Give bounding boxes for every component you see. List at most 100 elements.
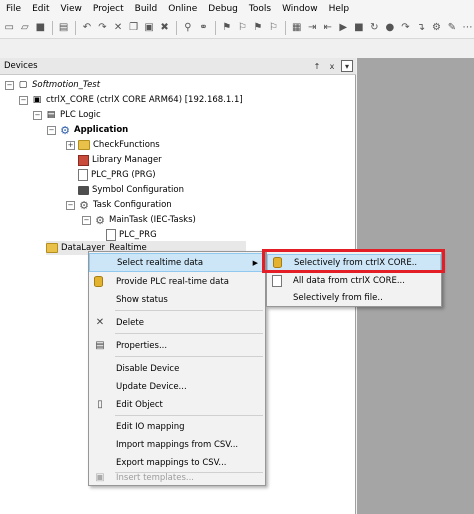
tree-item-main-task[interactable]: − ⚙ MainTask (IEC-Tasks): [82, 213, 196, 227]
symbol-config-label: Symbol Configuration: [92, 185, 185, 195]
program-call-icon: [106, 229, 116, 241]
step-over-icon[interactable]: ↷: [399, 20, 412, 36]
devices-panel-header: Devices ↑ x ▾: [0, 58, 356, 75]
menu-item-provide-plc-realtime-data[interactable]: Provide PLC real-time data: [89, 272, 265, 291]
collapse-icon[interactable]: −: [66, 200, 75, 210]
bookmark-next-icon[interactable]: ⚐: [236, 20, 249, 36]
menu-help[interactable]: Help: [329, 4, 350, 14]
settings-icon[interactable]: ⚙: [430, 20, 443, 36]
collapse-icon[interactable]: −: [82, 215, 91, 225]
save-icon[interactable]: ■: [34, 20, 47, 36]
login-icon[interactable]: ⇥: [306, 20, 319, 36]
bookmark-prev-icon[interactable]: ⚑: [252, 20, 265, 36]
menu-view[interactable]: View: [61, 4, 82, 14]
menu-separator: [115, 333, 263, 334]
tree-item-check-functions[interactable]: + CheckFunctions: [66, 138, 160, 152]
paste-icon[interactable]: ▣: [143, 20, 156, 36]
menu-item-edit-object[interactable]: ▯ Edit Object: [89, 395, 265, 414]
device-label: ctrlX_CORE (ctrlX CORE ARM64) [192.168.1…: [46, 95, 243, 105]
bookmark-icon[interactable]: ⚑: [221, 20, 234, 36]
menu-build[interactable]: Build: [135, 4, 158, 14]
insert-templates-icon: ▣: [95, 472, 105, 483]
cut-icon[interactable]: ✕: [112, 20, 125, 36]
expand-icon[interactable]: +: [66, 140, 75, 150]
task-icon: ⚙: [95, 213, 105, 227]
edit-object-icon: ▯: [97, 399, 103, 410]
menu-item-update-device[interactable]: Update Device...: [89, 377, 265, 396]
tree-item-library-manager[interactable]: Library Manager: [78, 153, 162, 167]
menu-window[interactable]: Window: [282, 4, 318, 14]
auto-hide-pin-icon[interactable]: ↑: [311, 60, 323, 72]
application-label: Application: [74, 125, 129, 135]
menu-item-show-status[interactable]: Show status: [89, 290, 265, 309]
menu-project[interactable]: Project: [93, 4, 124, 14]
menu-item-disable-device[interactable]: Disable Device: [89, 359, 265, 378]
bookmark-clear-icon[interactable]: ⚐: [267, 20, 280, 36]
submenu-item-selectively-from-file[interactable]: Selectively from file..: [267, 289, 441, 306]
project-label: Softmotion_Test: [32, 80, 101, 90]
close-panel-icon[interactable]: x: [326, 60, 338, 72]
panel-menu-dropdown-icon[interactable]: ▾: [341, 60, 353, 72]
plc-logic-icon: ▤: [46, 110, 56, 120]
toolbar-separator: [74, 20, 76, 35]
plc-prg-label: PLC_PRG (PRG): [91, 170, 156, 180]
check-functions-label: CheckFunctions: [93, 140, 160, 150]
print-icon[interactable]: ▤: [57, 20, 70, 36]
tree-item-project[interactable]: − ▢ Softmotion_Test: [5, 78, 100, 92]
tree-item-task-config[interactable]: − ⚙ Task Configuration: [66, 198, 172, 212]
toolbar-separator: [51, 20, 53, 35]
tools-icon[interactable]: ✎: [446, 20, 459, 36]
breakpoint-icon[interactable]: ●: [384, 20, 397, 36]
tree-item-plc-logic[interactable]: − ▤ PLC Logic: [33, 108, 101, 122]
step-into-icon[interactable]: ↴: [415, 20, 428, 36]
menu-item-select-realtime-data[interactable]: Select realtime data ▶: [89, 253, 265, 272]
task-config-label: Task Configuration: [93, 200, 172, 210]
context-menu: Select realtime data ▶ Provide PLC real-…: [88, 251, 266, 486]
replace-icon[interactable]: ⚭: [197, 20, 210, 36]
library-manager-label: Library Manager: [92, 155, 162, 165]
submenu-arrow-icon: ▶: [252, 258, 258, 267]
collapse-icon[interactable]: −: [19, 95, 28, 105]
menu-item-import-mappings[interactable]: Import mappings from CSV...: [89, 435, 265, 454]
menu-item-edit-io-mapping[interactable]: Edit IO mapping: [89, 417, 265, 436]
redo-icon[interactable]: ↷: [96, 20, 109, 36]
collapse-icon[interactable]: −: [33, 110, 42, 120]
tree-item-symbol-config[interactable]: Symbol Configuration: [78, 183, 184, 197]
folder-icon: [78, 140, 90, 150]
toolbar: ▭ ▱ ■ ▤ ↶ ↷ ✕ ❐ ▣ ✖ ⚲ ⚭ ⚑ ⚐ ⚑ ⚐ ▦ ⇥ ⇤ ▶ …: [0, 17, 474, 39]
menu-item-properties[interactable]: ▤ Properties...: [89, 336, 265, 355]
task-configuration-icon: ⚙: [79, 198, 89, 212]
menu-item-delete[interactable]: ✕ Delete: [89, 313, 265, 332]
extra-icon[interactable]: ⋯: [461, 20, 474, 36]
device-icon: ▣: [32, 95, 42, 105]
submenu-item-all-data-from-ctrlx-core[interactable]: All data from ctrlX CORE...: [267, 272, 441, 289]
open-icon[interactable]: ▱: [19, 20, 32, 36]
collapse-icon[interactable]: −: [47, 125, 56, 135]
highlight-annotation-box: [262, 249, 445, 273]
copy-icon[interactable]: ❐: [127, 20, 140, 36]
menu-bar: File Edit View Project Build Online Debu…: [0, 0, 474, 17]
build-icon[interactable]: ▦: [290, 20, 303, 36]
menu-tools[interactable]: Tools: [249, 4, 271, 14]
toolbar-separator: [214, 20, 216, 35]
menu-debug[interactable]: Debug: [208, 4, 238, 14]
menu-edit[interactable]: Edit: [32, 4, 49, 14]
library-manager-icon: [78, 154, 89, 166]
delete-icon[interactable]: ✖: [158, 20, 171, 36]
tree-item-plc-prg[interactable]: PLC_PRG (PRG): [78, 168, 156, 182]
stop-icon[interactable]: ■: [353, 20, 366, 36]
reset-icon[interactable]: ↻: [368, 20, 381, 36]
find-icon[interactable]: ⚲: [182, 20, 195, 36]
menu-online[interactable]: Online: [168, 4, 197, 14]
start-icon[interactable]: ▶: [337, 20, 350, 36]
tree-item-plc-prg-call[interactable]: PLC_PRG: [106, 228, 157, 242]
plc-prg-call-label: PLC_PRG: [119, 230, 157, 240]
document-icon: [271, 274, 282, 287]
logout-icon[interactable]: ⇤: [321, 20, 334, 36]
tree-item-device[interactable]: − ▣ ctrlX_CORE (ctrlX CORE ARM64) [192.1…: [19, 93, 243, 107]
new-project-icon[interactable]: ▭: [3, 20, 16, 36]
undo-icon[interactable]: ↶: [81, 20, 94, 36]
menu-file[interactable]: File: [6, 4, 21, 14]
tree-item-application[interactable]: − ⚙ Application: [47, 123, 128, 137]
collapse-icon[interactable]: −: [5, 80, 14, 90]
